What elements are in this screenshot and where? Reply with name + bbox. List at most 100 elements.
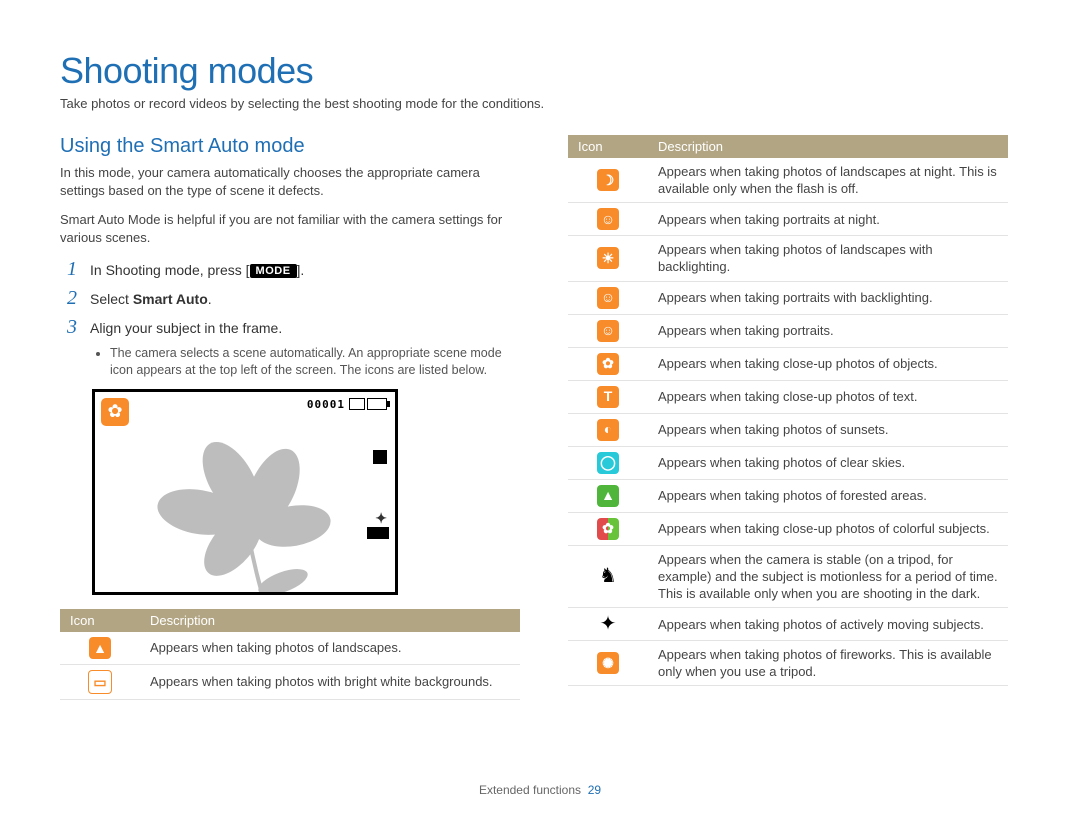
tripod-icon: ♞ <box>597 565 619 587</box>
page-number: 29 <box>588 783 601 797</box>
icon-cell: ☺ <box>568 314 648 347</box>
table-row: ☽ Appears when taking photos of landscape… <box>568 158 1008 203</box>
table-header-desc: Description <box>140 609 520 632</box>
icon-table-left: Icon Description ▲Appears when taking ph… <box>60 609 520 700</box>
macro-color-icon: ✿ <box>597 518 619 540</box>
step-text-after: ]. <box>297 262 305 278</box>
table-row: ▭ Appears when taking photos with bright … <box>60 664 520 699</box>
section-para-2: Smart Auto Mode is helpful if you are no… <box>60 211 520 246</box>
card-icon <box>373 450 387 464</box>
page-title: Shooting modes <box>60 50 1020 92</box>
table-row: ☀ Appears when taking photos of landscape… <box>568 236 1008 281</box>
table-row: ✿ Appears when taking close-up photos of … <box>568 512 1008 545</box>
table-row: ☺ Appears when taking portraits. <box>568 314 1008 347</box>
step-number: 1 <box>60 258 84 281</box>
night-portrait-icon: ☺ <box>597 208 619 230</box>
table-row: ◯ Appears when taking photos of clear ski… <box>568 446 1008 479</box>
icon-cell: ✺ <box>568 641 648 686</box>
icon-cell: ◐ <box>568 413 648 446</box>
step-number: 3 <box>60 316 84 339</box>
desc-cell: Appears when taking photos of clear skie… <box>648 446 1008 479</box>
night-landscape-icon: ☽ <box>597 169 619 191</box>
white-bg-icon: ▭ <box>88 670 112 694</box>
clear-sky-icon: ◯ <box>597 452 619 474</box>
icon-cell: ☀ <box>568 236 648 281</box>
step-number: 2 <box>60 287 84 310</box>
table-row: ✿ Appears when taking close-up photos of … <box>568 347 1008 380</box>
desc-cell: Appears when taking photos of landscapes… <box>648 158 1008 203</box>
battery-icon <box>367 398 387 410</box>
section-heading: Using the Smart Auto mode <box>60 135 520 158</box>
desc-cell: Appears when taking portraits. <box>648 314 1008 347</box>
sunset-icon: ◐ <box>597 419 619 441</box>
step-text-bold: Smart Auto <box>133 291 208 307</box>
timer-icon <box>367 527 389 539</box>
two-column-layout: Using the Smart Auto mode In this mode, … <box>60 135 1020 700</box>
step-2: 2 Select Smart Auto. <box>60 287 520 310</box>
icon-cell: ▲ <box>568 479 648 512</box>
icon-cell: ◯ <box>568 446 648 479</box>
fireworks-icon: ✺ <box>597 652 619 674</box>
table-row: ♞Appears when the camera is stable (on a… <box>568 545 1008 607</box>
table-row: ✦ Appears when taking photos of actively … <box>568 608 1008 641</box>
table-row: ◐ Appears when taking photos of sunsets. <box>568 413 1008 446</box>
table-header-desc: Description <box>648 135 1008 158</box>
step-text: Align your subject in the frame. <box>90 320 282 336</box>
desc-cell: Appears when taking close-up photos of o… <box>648 347 1008 380</box>
flower-illustration <box>143 422 343 595</box>
page-subtitle: Take photos or record videos by selectin… <box>60 96 1020 111</box>
icon-cell: ✿ <box>568 347 648 380</box>
portrait-icon: ☺ <box>597 320 619 342</box>
desc-cell: Appears when taking photos of fireworks.… <box>648 641 1008 686</box>
icon-cell: T <box>568 380 648 413</box>
right-column: Icon Description ☽Appears when taking ph… <box>568 135 1008 700</box>
section-para-1: In this mode, your camera automatically … <box>60 164 520 199</box>
step-1: 1 In Shooting mode, press [MODE]. <box>60 258 520 281</box>
desc-cell: Appears when taking photos of actively m… <box>648 608 1008 641</box>
bullet-text: The camera selects a scene automatically… <box>110 345 520 379</box>
step-text-after: . <box>208 291 212 307</box>
scene-mode-icon: ✿ <box>101 398 129 426</box>
shot-counter: 00001 <box>307 398 345 411</box>
icon-cell: ▭ <box>60 664 140 699</box>
icon-cell: ☺ <box>568 281 648 314</box>
step-3-bullet: The camera selects a scene automatically… <box>110 345 520 379</box>
left-column: Using the Smart Auto mode In this mode, … <box>60 135 520 700</box>
forest-icon: ▲ <box>597 485 619 507</box>
steps-list: 1 In Shooting mode, press [MODE]. 2 Sele… <box>60 258 520 339</box>
step-text: Select Smart Auto. <box>90 291 212 307</box>
icon-cell: ☽ <box>568 158 648 203</box>
step-text-before: In Shooting mode, press [ <box>90 262 250 278</box>
backlit-landscape-icon: ☀ <box>597 247 619 269</box>
manual-page: Shooting modes Take photos or record vid… <box>0 0 1080 815</box>
icon-cell: ✦ <box>568 608 648 641</box>
icon-cell: ▲ <box>60 632 140 665</box>
step-text-before: Select <box>90 291 133 307</box>
desc-cell: Appears when taking portraits at night. <box>648 203 1008 236</box>
desc-cell: Appears when taking portraits with backl… <box>648 281 1008 314</box>
page-footer: Extended functions 29 <box>0 783 1080 797</box>
desc-cell: Appears when taking photos of landscapes… <box>140 632 520 665</box>
table-row: ▲Appears when taking photos of landscape… <box>60 632 520 665</box>
table-row: ▲Appears when taking photos of forested … <box>568 479 1008 512</box>
table-row: ☺ Appears when taking portraits with back… <box>568 281 1008 314</box>
desc-cell: Appears when taking close-up photos of t… <box>648 380 1008 413</box>
camera-lcd-preview: ✿ 00001 ✦ <box>92 389 398 595</box>
backlit-portrait-icon: ☺ <box>597 287 619 309</box>
footer-section: Extended functions <box>479 783 581 797</box>
macro-text-icon: T <box>597 386 619 408</box>
table-row: ☺ Appears when taking portraits at night. <box>568 203 1008 236</box>
desc-cell: Appears when taking close-up photos of c… <box>648 512 1008 545</box>
macro-object-icon: ✿ <box>597 353 619 375</box>
icon-cell: ☺ <box>568 203 648 236</box>
table-row: T Appears when taking close-up photos of … <box>568 380 1008 413</box>
action-icon: ✦ <box>597 613 619 635</box>
desc-cell: Appears when taking photos of landscapes… <box>648 236 1008 281</box>
mode-button-label: MODE <box>250 264 297 278</box>
step-3: 3 Align your subject in the frame. <box>60 316 520 339</box>
flash-icon: ✦ <box>375 510 387 527</box>
icon-cell: ♞ <box>568 545 648 607</box>
desc-cell: Appears when taking photos of sunsets. <box>648 413 1008 446</box>
table-header-icon: Icon <box>60 609 140 632</box>
desc-cell: Appears when taking photos with bright w… <box>140 664 520 699</box>
